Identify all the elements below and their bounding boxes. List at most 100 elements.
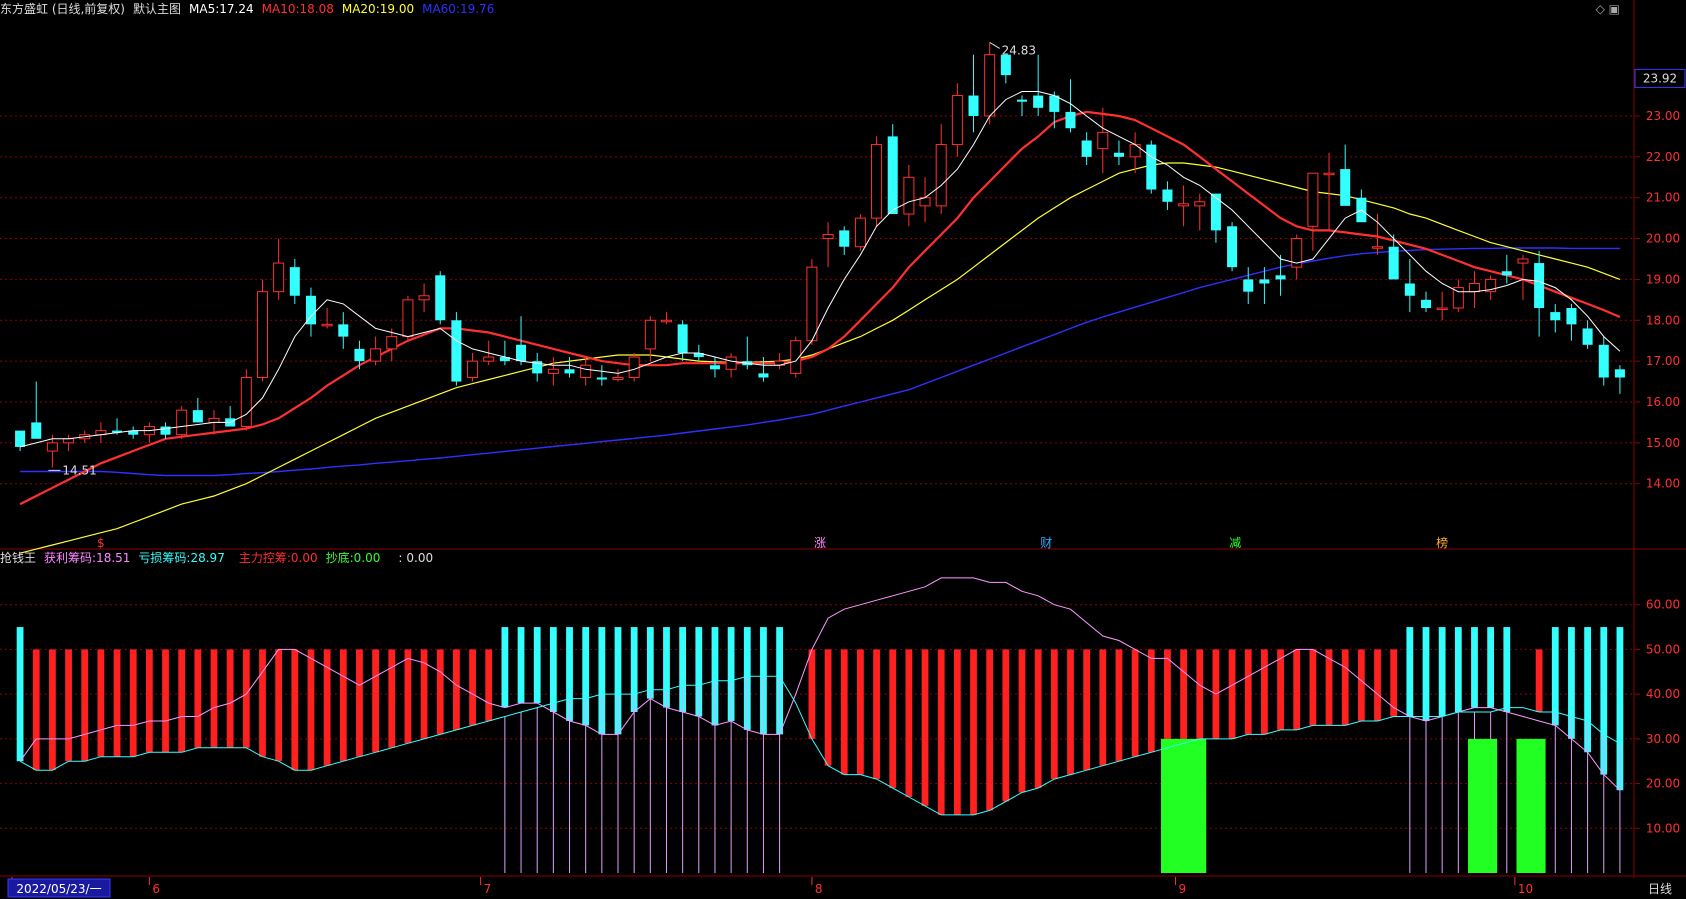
profit-bar xyxy=(453,649,460,730)
profit-bar xyxy=(1390,649,1398,717)
candle-body xyxy=(1566,308,1577,325)
profit-bar xyxy=(857,649,864,775)
candle-body xyxy=(564,369,575,374)
bottom-fishing-block xyxy=(1516,738,1546,873)
profit-bar xyxy=(469,649,476,726)
profit-bar xyxy=(1293,649,1301,730)
main-chart-header: 东方盛虹 (日线,前复权) 默认主图 MA5:17.24 MA10:18.08 MA20… xyxy=(0,0,502,18)
candle-body xyxy=(1436,307,1448,311)
ma20-value: 19.00 xyxy=(379,2,415,16)
y-tick-label: 21.00 xyxy=(1646,191,1680,205)
loss-bar xyxy=(646,627,654,699)
profit-bar xyxy=(404,649,412,744)
main-value: 0.00 xyxy=(290,551,318,565)
candle-body xyxy=(1517,258,1529,264)
candle-body xyxy=(1081,140,1092,157)
candle-body xyxy=(644,319,656,350)
candle-body xyxy=(483,356,495,362)
ma5-line xyxy=(19,91,1621,448)
candle-body xyxy=(1614,369,1625,378)
candle-body xyxy=(402,299,414,338)
profit-bar xyxy=(937,649,945,815)
current-price-label: 23.92 xyxy=(1643,71,1677,85)
candle-body xyxy=(208,417,220,423)
candle-body xyxy=(1452,287,1464,309)
window-controls[interactable]: ◇ ▣ xyxy=(1596,2,1620,16)
loss-chips: 亏损筹码:28.97 xyxy=(138,551,225,565)
candle-body xyxy=(968,95,979,116)
profit-bar xyxy=(1357,649,1365,721)
profit-bar xyxy=(129,649,137,757)
candle-body xyxy=(580,364,592,378)
candle-body xyxy=(984,54,996,117)
profit-bar xyxy=(1374,649,1381,721)
candle-body xyxy=(435,275,446,321)
candle-body xyxy=(1323,172,1335,176)
profit-bar xyxy=(162,649,169,753)
footer-bar xyxy=(0,878,1686,899)
profit-bar xyxy=(226,649,234,748)
profit-bar xyxy=(1164,649,1171,748)
event-marker: 榜 xyxy=(1436,535,1448,550)
profit-bar xyxy=(840,649,848,775)
candle-body xyxy=(1534,263,1545,309)
profit-bar xyxy=(81,649,89,762)
month-label: 8 xyxy=(815,882,823,896)
profit-value: 18.51 xyxy=(96,551,131,565)
candle-body xyxy=(1420,299,1432,309)
event-marker: $ xyxy=(97,536,105,550)
profit-bar xyxy=(1244,649,1252,735)
profit-bar xyxy=(339,649,347,762)
candle-body xyxy=(871,144,883,219)
sub-y-tick-label: 60.00 xyxy=(1646,598,1680,612)
profit-bar xyxy=(259,649,266,757)
profit-bar xyxy=(242,649,250,748)
ma10-label: MA10:18.08 xyxy=(261,2,334,16)
period-label: 日线 xyxy=(1648,882,1672,896)
profit-bar xyxy=(178,649,186,753)
date-box-label: 2022/05/23/一 xyxy=(16,882,101,896)
candle-body xyxy=(903,176,915,215)
candle-body xyxy=(612,376,624,381)
profit-bar xyxy=(873,649,880,780)
stock-title[interactable]: 东方盛虹 (日线,前复权) xyxy=(0,2,125,16)
stock-chart[interactable]: 14.00 15.00 16.00 17.00 18.00 19.00 20.00 21.00… xyxy=(0,0,1686,899)
event-marker: 涨 xyxy=(814,535,826,550)
candle-body xyxy=(725,356,737,370)
bottom-fishing-block xyxy=(1160,738,1207,873)
candle-body xyxy=(240,376,252,428)
candle-body xyxy=(1210,193,1221,231)
sub-y-tick-label: 40.00 xyxy=(1646,687,1680,701)
profit-bar xyxy=(953,649,961,815)
month-label: 7 xyxy=(484,882,492,896)
indicator-name[interactable]: 抢钱王 xyxy=(0,551,36,565)
candle-body xyxy=(1582,328,1593,345)
high-label: 24.83 xyxy=(1002,43,1036,57)
bottom-fishing: 抄底:0.00 xyxy=(325,551,381,565)
profit-bar xyxy=(1131,649,1139,757)
candle-body xyxy=(951,95,963,146)
profit-bar xyxy=(1180,649,1187,744)
ma60-label: MA60:19.76 xyxy=(422,2,495,16)
loss-bar xyxy=(1438,627,1446,717)
candle-body xyxy=(596,377,607,380)
candle-body xyxy=(192,410,203,423)
profit-bar xyxy=(1018,649,1026,793)
bottom-fishing-block xyxy=(1468,738,1498,873)
candle-body xyxy=(1065,111,1076,129)
main-chart-label[interactable]: 默认主图 xyxy=(133,2,181,16)
candle-body xyxy=(839,230,850,247)
y-tick-label: 20.00 xyxy=(1646,232,1680,246)
y-tick-label: 22.00 xyxy=(1646,150,1680,164)
ma20-label: MA20:19.00 xyxy=(341,2,415,16)
loss-value: 28.97 xyxy=(190,551,225,565)
loss-bar xyxy=(1551,627,1559,726)
sub-y-tick-label: 50.00 xyxy=(1646,642,1680,656)
profit-bar xyxy=(291,649,299,771)
profit-bar xyxy=(808,649,816,739)
profit-bar xyxy=(436,649,444,735)
month-label: 6 xyxy=(152,882,160,896)
y-tick-label: 16.00 xyxy=(1646,395,1680,409)
candle-body xyxy=(1162,189,1173,202)
profit-bar xyxy=(145,649,153,753)
